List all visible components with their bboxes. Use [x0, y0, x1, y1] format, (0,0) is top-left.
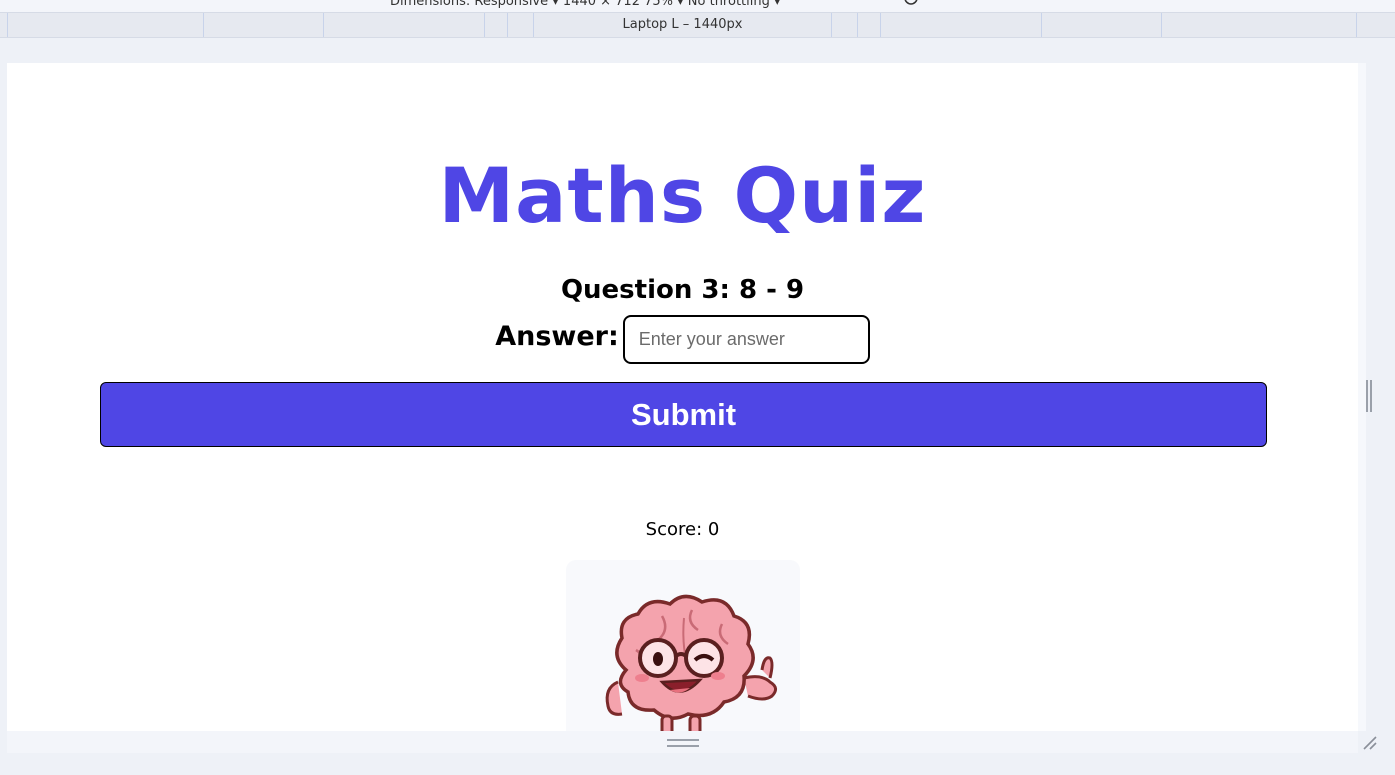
answer-row: Answer: [7, 315, 1358, 364]
device-ruler[interactable]: Laptop L – 1440px [0, 13, 1395, 38]
page-viewport: Maths Quiz Question 3: 8 - 9 Answer: Sub… [7, 63, 1358, 731]
resize-handle-bottom[interactable] [667, 739, 699, 747]
answer-input[interactable] [622, 315, 870, 364]
rotate-icon[interactable] [902, 0, 920, 10]
devtools-dimensions-text: Dimensions: Responsive ▾ 1440 × 712 75% … [390, 0, 781, 9]
brain-mascot-icon [605, 594, 777, 731]
answer-label: Answer: [495, 321, 619, 352]
resize-handle-right[interactable] [1366, 380, 1372, 412]
viewport-scroll-strip [1358, 63, 1366, 731]
page-title: Maths Quiz [438, 151, 927, 240]
devtools-toolbar: Dimensions: Responsive ▾ 1440 × 712 75% … [0, 0, 1395, 13]
resize-corner-icon[interactable] [1362, 735, 1378, 751]
score-text: Score: 0 [645, 519, 720, 540]
mascot-card [566, 560, 800, 731]
question-text: Question 3: 8 - 9 [560, 275, 805, 305]
ruler-device-label: Laptop L – 1440px [622, 17, 743, 32]
submit-button[interactable]: Submit [100, 382, 1267, 447]
